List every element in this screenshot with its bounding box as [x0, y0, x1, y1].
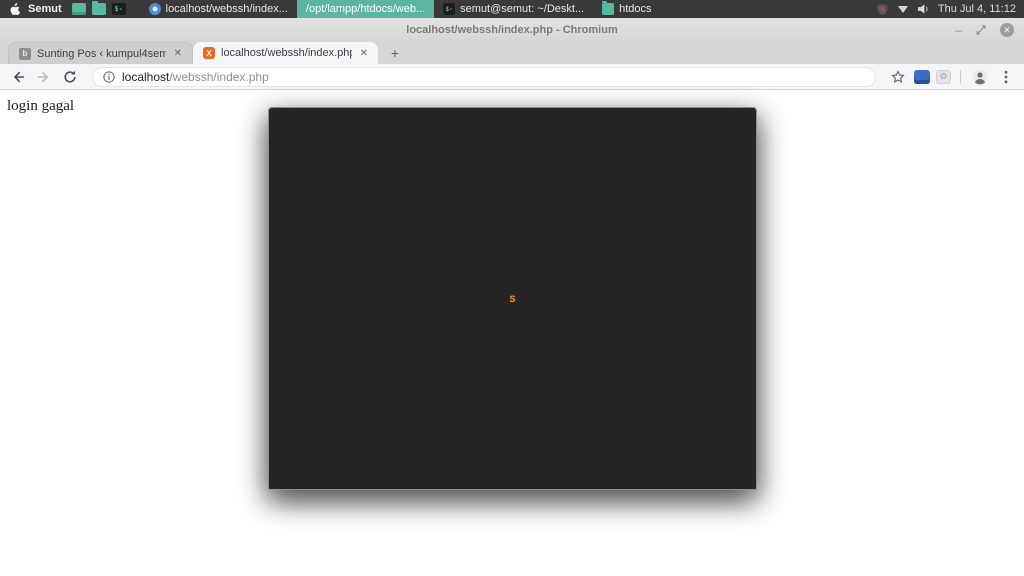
folder-launcher-icon[interactable] — [92, 3, 106, 15]
browser-toolbar: localhost/webssh/index.php ✿ — [0, 64, 1024, 90]
clock[interactable]: Thu Jul 4, 11:12 — [938, 3, 1016, 15]
dropdown-tray-icon[interactable] — [897, 5, 909, 14]
url-host: localhost — [122, 70, 169, 84]
extension-blue-icon[interactable] — [914, 70, 930, 84]
page-info-icon[interactable] — [103, 71, 115, 83]
url-path: /webssh/index.php — [169, 70, 268, 84]
toolbar-separator — [960, 70, 961, 84]
window-launcher-icon[interactable] — [72, 3, 86, 15]
shield-security-icon[interactable] — [876, 3, 889, 16]
browser-tab[interactable]: Xlocalhost/webssh/index.php ✕ — [193, 42, 378, 64]
panel-menu-label[interactable]: Semut — [28, 3, 62, 15]
browser-tab-title: Sunting Pos ‹ kumpul4semut — — [37, 48, 166, 60]
taskbar-item-label: htdocs — [619, 3, 651, 15]
folder-icon — [602, 3, 614, 15]
terminal-icon: $- — [443, 3, 455, 15]
browser-window-title: localhost/webssh/index.php - Chromium — [406, 24, 617, 36]
chromium-icon — [149, 3, 161, 15]
terminal-launcher-icon[interactable]: $- — [112, 3, 126, 15]
browser-tab[interactable]: b Sunting Pos ‹ kumpul4semut — ✕ — [8, 42, 193, 64]
volume-icon[interactable] — [917, 3, 930, 15]
url-text: localhost/webssh/index.php — [122, 70, 269, 84]
taskbar-item-label: /opt/lampp/htdocs/web... — [306, 3, 425, 15]
taskbar-item-folder[interactable]: htdocs — [593, 0, 660, 18]
taskbar-item-chromium[interactable]: localhost/webssh/index... — [140, 0, 297, 18]
back-button[interactable] — [8, 67, 28, 87]
browser-tab-title: localhost/webssh/index.php — [221, 47, 352, 59]
restore-button[interactable] — [976, 25, 986, 35]
forward-button[interactable] — [34, 67, 54, 87]
taskbar: localhost/webssh/index... S/opt/lampp/htd… — [140, 0, 661, 18]
system-tray: Thu Jul 4, 11:12 — [876, 3, 1024, 16]
browser-menu-kebab-icon[interactable] — [996, 67, 1016, 87]
browser-titlebar: localhost/webssh/index.php - Chromium – … — [0, 18, 1024, 42]
extension-gray-icon[interactable]: ✿ — [936, 70, 951, 84]
taskbar-item-sublime[interactable]: S/opt/lampp/htdocs/web... — [297, 0, 434, 18]
page-output-text: login gagal — [7, 98, 74, 115]
minimize-button[interactable]: – — [955, 24, 962, 36]
taskbar-item-label: semut@semut: ~/Deskt... — [460, 3, 584, 15]
xampp-favicon-icon: X — [203, 47, 215, 59]
taskbar-item-terminal[interactable]: $- semut@semut: ~/Deskt... — [434, 0, 593, 18]
new-tab-button[interactable]: + — [382, 44, 408, 62]
tab-close-icon[interactable]: ✕ — [172, 48, 184, 59]
taskbar-item-label: localhost/webssh/index... — [166, 3, 288, 15]
wordpress-favicon-icon: b — [19, 48, 31, 60]
desktop-panel: Semut $- localhost/webssh/index... S/opt/… — [0, 0, 1024, 18]
reload-button[interactable] — [60, 67, 80, 87]
close-button[interactable]: ✕ — [1000, 23, 1014, 37]
sublime-icon: S — [268, 107, 757, 490]
browser-tabstrip: bSunting Pos ‹ kumpul4semut —✕Xlocalhost… — [0, 42, 1024, 64]
profile-avatar[interactable] — [970, 67, 990, 87]
tab-close-icon[interactable]: ✕ — [358, 48, 370, 59]
address-bar[interactable]: localhost/webssh/index.php — [92, 67, 876, 87]
bookmark-star-icon[interactable] — [888, 67, 908, 87]
panel-launchers: $- — [72, 3, 126, 15]
apple-logo-icon[interactable] — [6, 3, 22, 16]
